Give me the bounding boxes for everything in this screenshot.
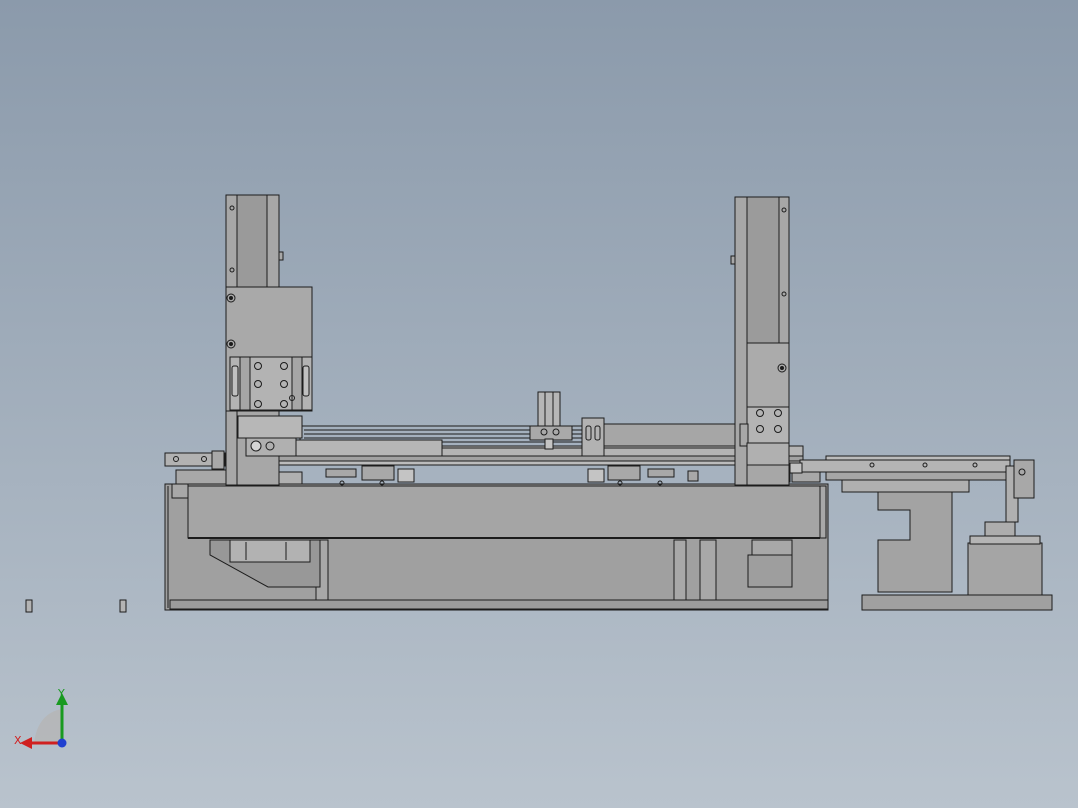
base-frame <box>164 469 829 611</box>
z-axis-point-icon <box>57 738 67 748</box>
loose-pin-left <box>25 599 33 613</box>
right-conveyor <box>789 455 1053 611</box>
right-vertical-column <box>730 196 790 486</box>
x-axis-label: X <box>14 734 22 747</box>
machine-assembly-model[interactable] <box>0 0 1078 808</box>
cad-graphics-viewport[interactable]: X Y <box>0 0 1078 808</box>
horizontal-linear-rail <box>227 423 809 466</box>
base-top-fixtures <box>239 465 821 486</box>
triad-shading-icon <box>34 709 62 743</box>
y-axis-label: Y <box>58 687 65 700</box>
loose-pin-right <box>119 599 127 613</box>
left-end-bracket <box>164 450 226 470</box>
